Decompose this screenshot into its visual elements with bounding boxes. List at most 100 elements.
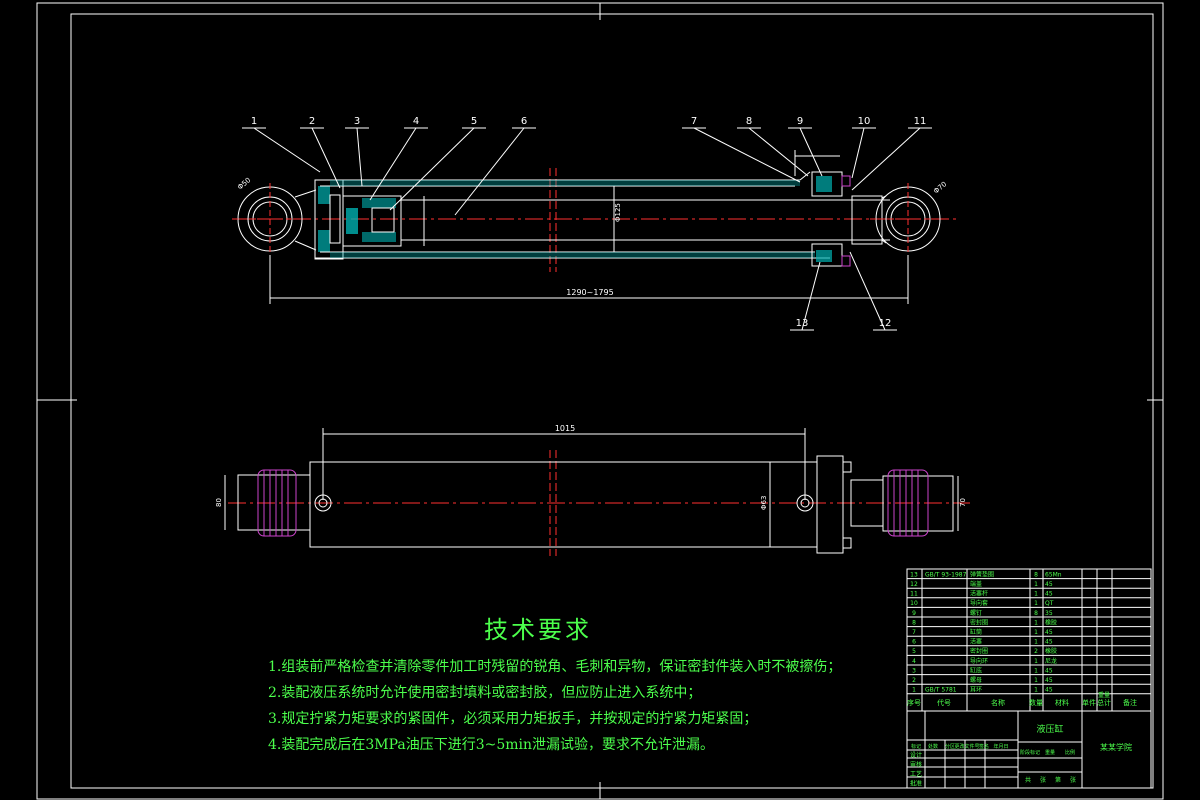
balloon-label: 2	[309, 116, 315, 127]
dimension-pin-text: Φ50	[236, 176, 252, 191]
parts-cell: 45	[1045, 581, 1053, 588]
external-head	[816, 455, 884, 554]
dimension-rod-text: Φ70	[932, 180, 948, 195]
parts-header-cell: 数量	[1029, 698, 1043, 707]
stage-label: 重量	[1045, 749, 1055, 756]
parts-cell: 65Mn	[1045, 571, 1062, 578]
parts-cell: 缸底	[970, 666, 982, 674]
balloon-leader	[356, 127, 363, 187]
balloon-leader	[253, 127, 321, 173]
parts-header-mass: 重量	[1098, 691, 1110, 699]
sheet-label: 共	[1025, 776, 1031, 784]
parts-cell: 弹簧垫圈	[970, 570, 994, 578]
barrel-hatch-bottom	[330, 252, 815, 258]
parts-cell: 活塞杆	[970, 590, 988, 598]
stage-label: 比例	[1065, 749, 1075, 756]
balloon-label: 10	[858, 116, 871, 127]
parts-header-cell: 总计	[1097, 698, 1111, 707]
tech-requirements-list: 1.组装前严格检查并清除零件加工时残留的锐角、毛刺和异物，保证密封件装入时不被擦…	[268, 654, 888, 758]
parts-cell: 8	[1034, 571, 1038, 578]
dimension-bottom	[224, 428, 959, 547]
parts-cell: 螺母	[970, 676, 982, 684]
revision-label: 签名	[979, 743, 989, 750]
dimension-bore-text: Φ125	[614, 203, 622, 222]
balloon-leader	[311, 127, 341, 189]
parts-cell: 密封圈	[970, 647, 988, 655]
parts-header-cell: 序号	[907, 698, 921, 707]
parts-header-cell: 名称	[991, 698, 1005, 707]
parts-cell: 1	[1034, 658, 1038, 665]
parts-cell: 5	[912, 648, 916, 655]
balloon-label: 12	[879, 318, 892, 329]
parts-cell: 橡胶	[1045, 618, 1057, 626]
piston-rod	[401, 199, 890, 241]
parts-cell: 4	[912, 658, 916, 665]
balloon-label: 9	[797, 116, 803, 127]
parts-cell: 13	[910, 571, 918, 578]
parts-cell: 活塞	[970, 638, 982, 646]
parts-cell: 1	[912, 687, 916, 694]
external-view: 1015 80 Φ63 70	[215, 424, 970, 556]
parts-cell: 2	[912, 677, 916, 684]
balloon-leader	[851, 127, 865, 179]
parts-cell: 1	[1034, 677, 1038, 684]
tech-requirement-item: 3.规定拧紧力矩要求的紧固件，必须采用力矩扳手，并按规定的拧紧力矩紧固；	[268, 711, 758, 727]
parts-cell: 耳环	[970, 687, 982, 694]
piston	[342, 195, 402, 247]
parts-cell: 6	[912, 639, 916, 646]
parts-header-cell: 材料	[1055, 698, 1069, 707]
balloon-label: 3	[354, 116, 360, 127]
title-role-label: 设计	[910, 751, 922, 759]
parts-cell: 10	[910, 600, 918, 607]
balloon-label: 8	[746, 116, 752, 127]
parts-cell: 45	[1045, 591, 1053, 598]
revision-label: 更改文件号	[954, 743, 979, 750]
parts-cell: 45	[1045, 667, 1053, 674]
parts-cell: 端盖	[970, 580, 982, 588]
balloon-label: 7	[691, 116, 697, 127]
parts-cell: 1	[1034, 619, 1038, 626]
parts-cell: 1	[1034, 629, 1038, 636]
parts-cell: 8	[1034, 610, 1038, 617]
balloon-leader	[693, 127, 801, 183]
balloon-label: 13	[796, 318, 809, 329]
revision-label: 年月日	[993, 743, 1008, 750]
tech-requirement-item: 2.装配液压系统时允许使用密封填料或密封胶，但应防止进入系统中；	[268, 685, 702, 701]
balloon-label: 5	[471, 116, 477, 127]
dimension-right-height-text: 70	[959, 498, 967, 507]
tech-requirements-title: 技术要求	[484, 616, 592, 644]
drawing-name: 液压缸	[1036, 723, 1063, 735]
barrel-hatch-top	[330, 180, 800, 186]
external-barrel	[309, 461, 818, 548]
parts-header-cell: 备注	[1123, 698, 1137, 707]
parts-cell: 11	[910, 591, 918, 598]
balloon-label: 11	[914, 116, 927, 127]
parts-cell: 螺钉	[970, 609, 982, 617]
title-role-label: 审核	[910, 761, 922, 769]
balloon-label: 4	[413, 116, 419, 127]
parts-cell: 8	[912, 619, 916, 626]
parts-cell: 导向套	[970, 599, 988, 607]
parts-cell: 35	[1045, 610, 1053, 617]
dimension-mid-height-text: Φ63	[760, 496, 768, 510]
sheet-label: 张	[1040, 776, 1046, 784]
dimension-left-height-text: 80	[215, 498, 223, 507]
parts-cell: 1	[1034, 639, 1038, 646]
sheet-label: 张	[1070, 776, 1076, 784]
parts-cell: 1	[1034, 667, 1038, 674]
title-role-label: 批准	[910, 780, 922, 788]
balloon-label: 6	[521, 116, 527, 127]
parts-cell: 3	[912, 667, 916, 674]
stage-label: 阶段标记	[1020, 749, 1040, 756]
parts-cell: 1	[1034, 591, 1038, 598]
tech-requirement-item: 1.组装前严格检查并清除零件加工时残留的锐角、毛刺和异物，保证密封件装入时不被擦…	[268, 659, 842, 675]
parts-cell: 1	[1034, 600, 1038, 607]
title-role-label: 工艺	[910, 770, 922, 778]
parts-cell: 尼龙	[1045, 657, 1057, 665]
dimension-overall-text: 1290~1795	[566, 288, 613, 297]
section-view: 1290~1795 Φ125 Φ50 Φ70	[232, 150, 960, 304]
parts-cell: GB/T 93-1987	[925, 571, 967, 578]
parts-cell: 45	[1045, 687, 1053, 694]
right-rod-end	[882, 469, 954, 537]
parts-cell: 45	[1045, 677, 1053, 684]
